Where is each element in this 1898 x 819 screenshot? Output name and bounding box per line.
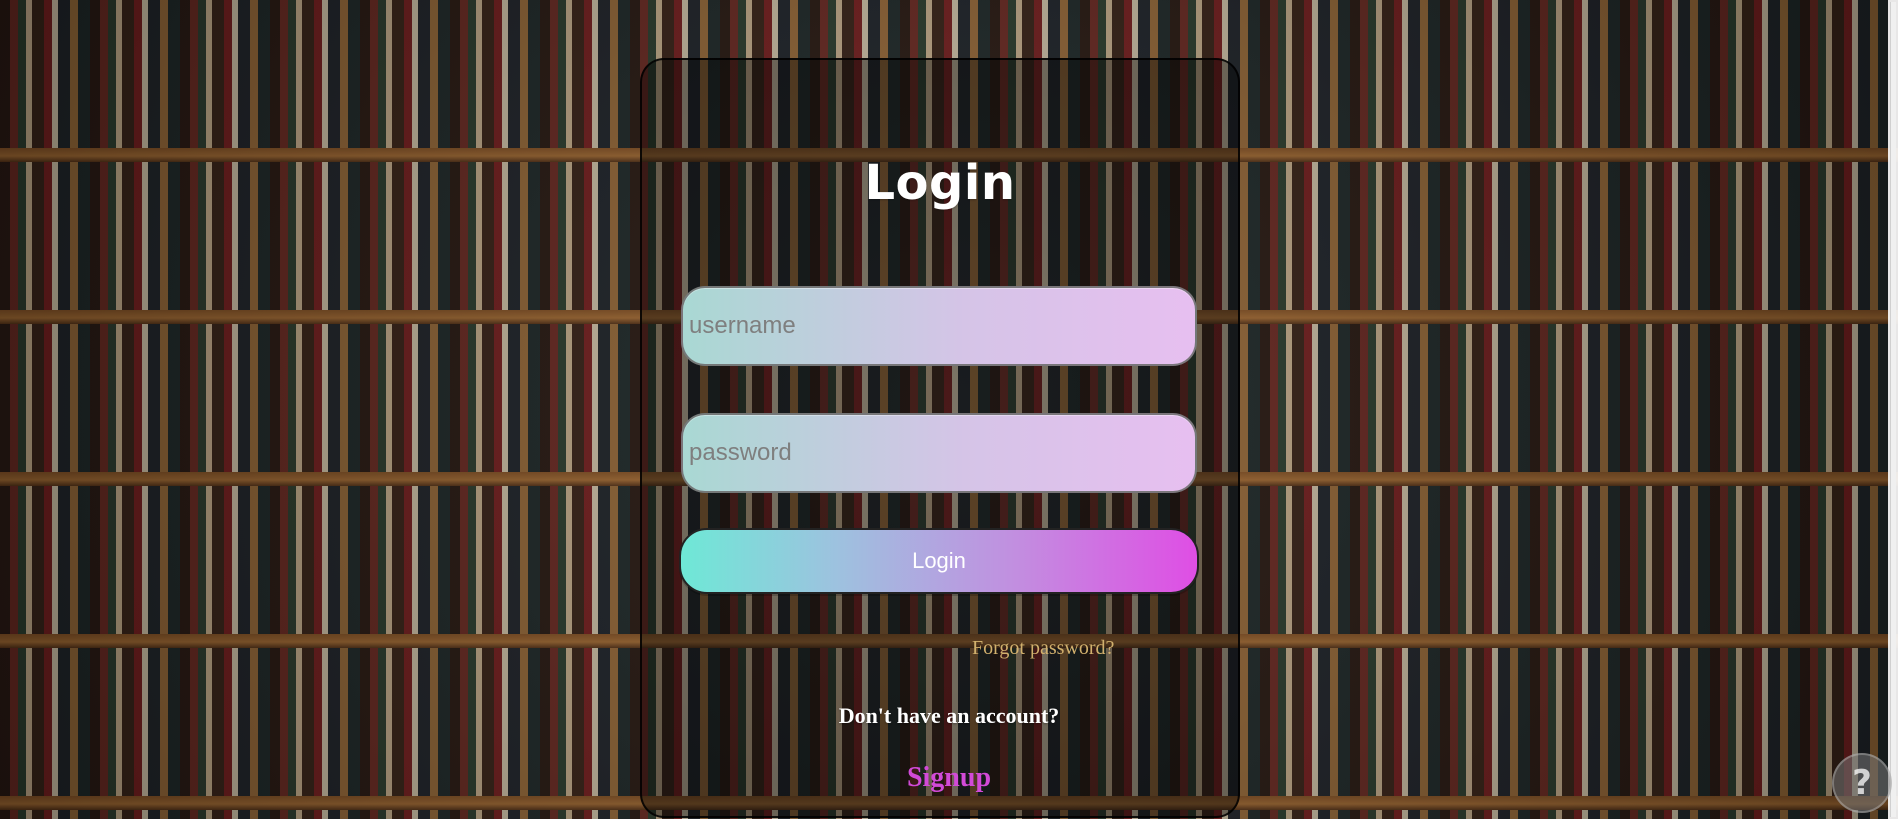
password-field-wrapper (681, 413, 1197, 493)
login-button[interactable]: Login (679, 528, 1199, 594)
forgot-password-link[interactable]: Forgot password? (972, 637, 1114, 660)
page: Login Login Forgot password? Don't have … (0, 0, 1898, 819)
corner-badge-icon: ? (1832, 753, 1892, 813)
scrollbar-track[interactable] (1888, 0, 1898, 819)
page-title: Login (864, 155, 1016, 211)
no-account-text: Don't have an account? (838, 703, 1060, 728)
username-field-wrapper (681, 286, 1197, 366)
username-input[interactable] (683, 288, 1195, 364)
password-input[interactable] (683, 415, 1195, 491)
signup-link[interactable]: Signup (0, 762, 1898, 794)
scrollbar-thumb[interactable] (1890, 2, 1896, 817)
